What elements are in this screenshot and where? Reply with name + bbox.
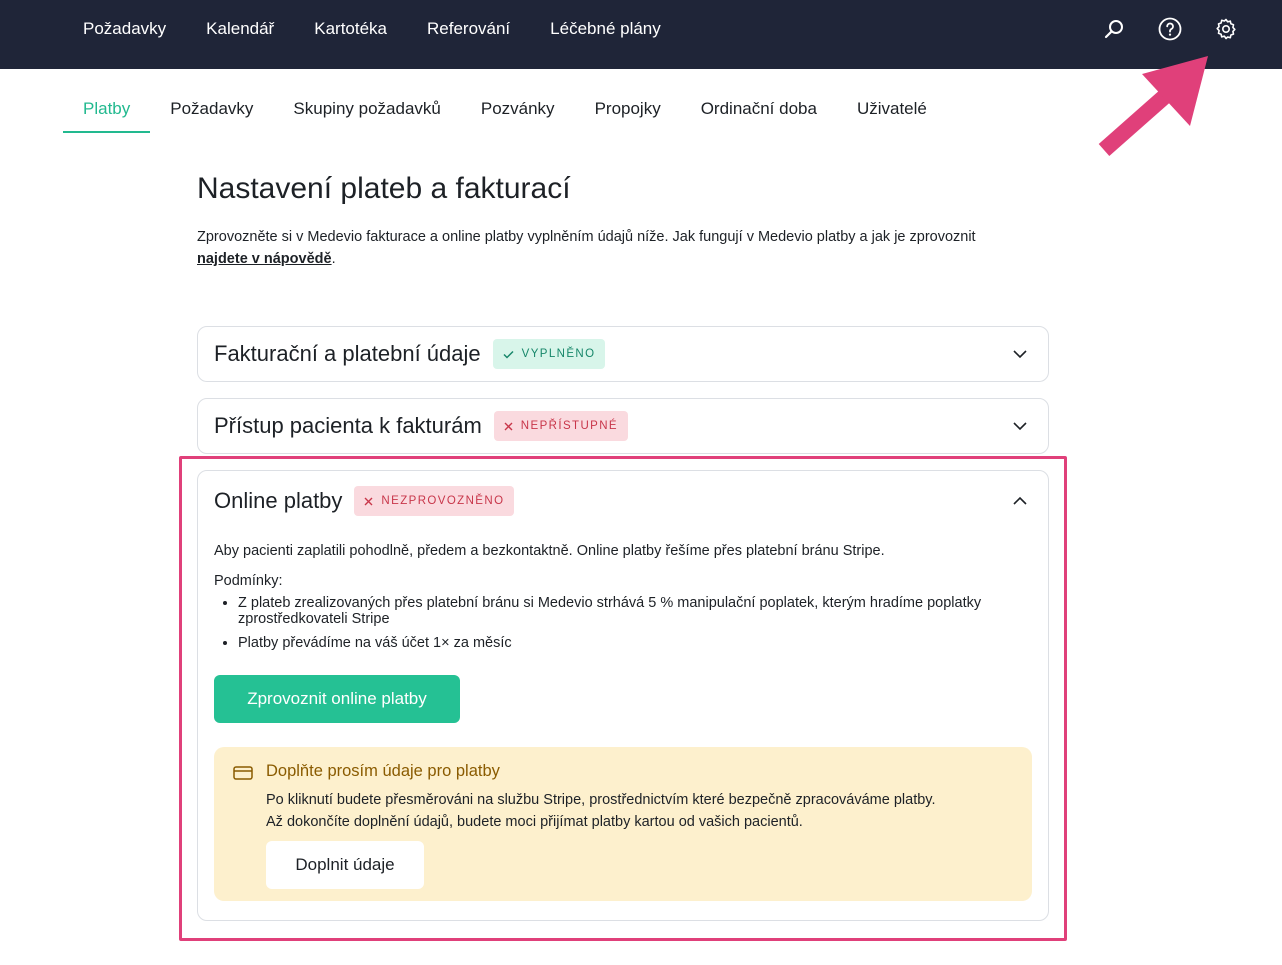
online-payments-body: Aby pacienti zaplatili pohodlně, předem … [198, 541, 1048, 901]
billing-section: Fakturační a platební údaje VYPLNĚNO [197, 326, 1049, 382]
chevron-up-icon [1013, 496, 1027, 505]
status-badge-label: NEPŘÍSTUPNÉ [520, 420, 618, 432]
section-title: Fakturační a platební údaje [214, 341, 481, 366]
search-icon[interactable] [1101, 16, 1127, 42]
list-item: Platby převádíme na váš účet 1× za měsíc [238, 635, 1032, 651]
conditions-list: Z plateb zrealizovaných přes platební br… [214, 595, 1032, 651]
payment-details-notice: Doplňte prosím údaje pro platby Po klikn… [214, 747, 1032, 901]
tab-platby[interactable]: Platby [63, 87, 151, 133]
tab-skupiny-pozadavku[interactable]: Skupiny požadavků [273, 87, 460, 133]
intro-text: Zprovozněte si v Medevio fakturace a onl… [197, 226, 1057, 270]
annotation-arrow-icon [1098, 56, 1208, 156]
nav-item-kartoteka[interactable]: Kartotéka [294, 0, 407, 58]
status-badge: VYPLNĚNO [492, 339, 606, 369]
tab-ordinacni-doba[interactable]: Ordinační doba [681, 87, 837, 133]
chevron-down-icon [1013, 422, 1027, 431]
status-badge-label: VYPLNĚNO [521, 348, 596, 360]
tab-propojky[interactable]: Propojky [575, 87, 681, 133]
cross-icon [364, 497, 373, 505]
settings-icon[interactable] [1213, 16, 1239, 42]
notice-text-line-1: Po kliknutí budete přesměrováni na služb… [266, 792, 936, 808]
intro-text-end: . [331, 251, 336, 267]
patient-access-section-header[interactable]: Přístup pacienta k fakturám NEPŘÍSTUPNÉ [198, 399, 1048, 453]
conditions-label: Podmínky: [214, 573, 283, 589]
nav-item-pozadavky[interactable]: Požadavky [63, 0, 186, 58]
status-badge-label: NEZPROVOZNĚNO [381, 495, 505, 507]
cross-icon [504, 422, 513, 430]
section-title: Přístup pacienta k fakturám [214, 413, 482, 438]
fill-details-button[interactable]: Doplnit údaje [266, 841, 424, 889]
online-payments-description: Aby pacienti zaplatili pohodlně, předem … [214, 543, 885, 559]
notice-title: Doplňte prosím údaje pro platby [266, 762, 500, 780]
status-badge: NEPŘÍSTUPNÉ [493, 411, 628, 441]
help-link[interactable]: najdete v nápovědě [197, 251, 332, 267]
settings-tabs: Platby Požadavky Skupiny požadavků Pozvá… [63, 87, 947, 133]
online-payments-section: Online platby NEZPROVOZNĚNO Aby pacienti… [197, 470, 1049, 921]
nav-item-kalendar[interactable]: Kalendář [186, 0, 294, 58]
status-badge: NEZPROVOZNĚNO [354, 486, 515, 516]
help-icon[interactable] [1157, 16, 1183, 42]
nav-item-lecebne-plany[interactable]: Léčebné plány [530, 0, 681, 58]
notice-text-line-2: Až dokončíte doplnění údajů, budete moci… [266, 814, 803, 830]
tab-pozvanky[interactable]: Pozvánky [461, 87, 575, 133]
check-icon [503, 350, 514, 359]
billing-section-header[interactable]: Fakturační a platební údaje VYPLNĚNO [198, 327, 1048, 381]
enable-online-payments-button[interactable]: Zprovoznit online platby [214, 675, 460, 723]
main-nav: Požadavky Kalendář Kartotéka Referování … [63, 0, 681, 58]
online-payments-section-header[interactable]: Online platby NEZPROVOZNĚNO [198, 471, 1048, 531]
notice-text: Po kliknutí budete přesměrováni na služb… [266, 789, 1014, 833]
chevron-down-icon [1013, 350, 1027, 359]
tab-uzivatele[interactable]: Uživatelé [837, 87, 947, 133]
intro-text-body: Zprovozněte si v Medevio fakturace a onl… [197, 229, 976, 245]
tab-pozadavky[interactable]: Požadavky [150, 87, 273, 133]
page-title: Nastavení plateb a fakturací [197, 172, 571, 205]
section-title: Online platby [214, 488, 343, 513]
nav-item-referovani[interactable]: Referování [407, 0, 530, 58]
credit-card-icon [233, 766, 253, 780]
list-item: Z plateb zrealizovaných přes platební br… [238, 595, 1032, 627]
patient-access-section: Přístup pacienta k fakturám NEPŘÍSTUPNÉ [197, 398, 1049, 454]
